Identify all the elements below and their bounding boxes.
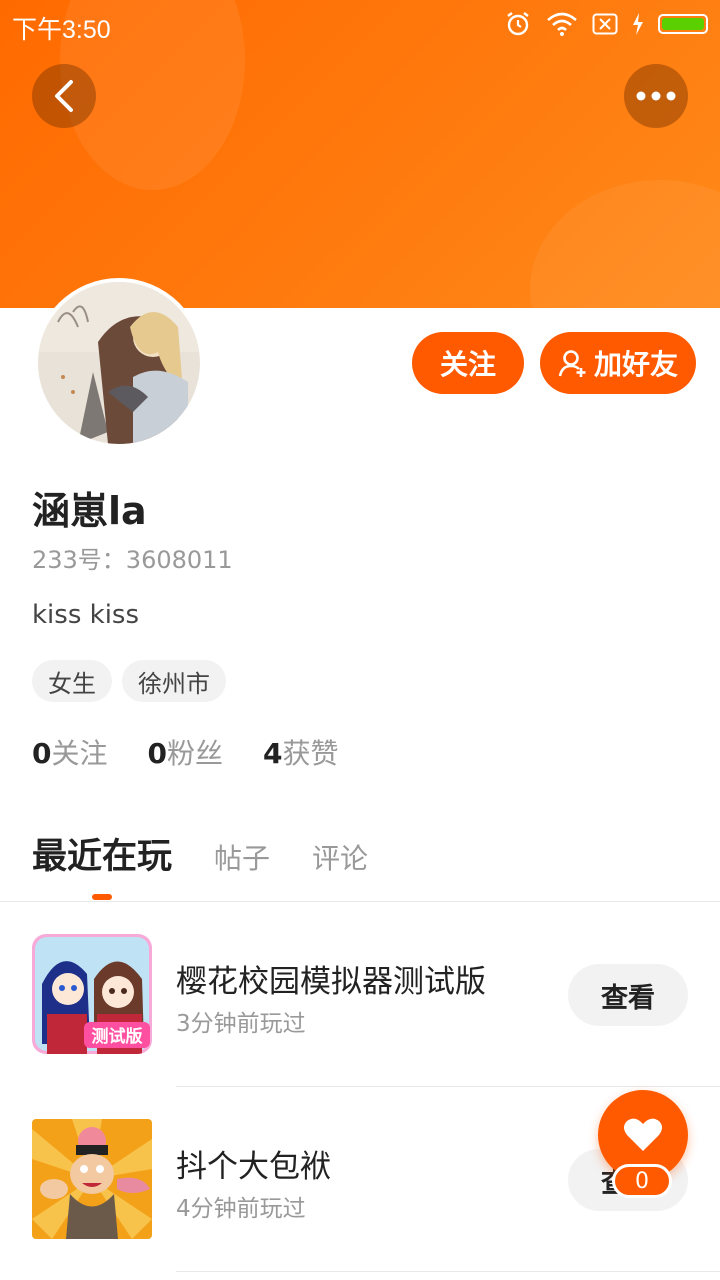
- no-sim-icon: [592, 13, 618, 35]
- stat-following-label: 关注: [51, 737, 108, 770]
- view-game-button-label: 查看: [601, 982, 655, 1014]
- tab-recently-played[interactable]: 最近在玩: [32, 828, 172, 879]
- charging-icon: [633, 13, 643, 35]
- game-badge-text: 测试版: [92, 1026, 143, 1047]
- profile-id: 233号：3608011: [32, 546, 233, 574]
- profile-name: 涵崽la: [32, 489, 147, 533]
- tag-city: 徐州市: [122, 660, 226, 702]
- more-dots-icon: [636, 91, 676, 101]
- battery-icon: [658, 14, 708, 34]
- alarm-icon: [507, 12, 529, 36]
- profile-bio: kiss kiss: [32, 600, 140, 630]
- back-button[interactable]: [32, 64, 96, 128]
- add-user-icon: [558, 350, 586, 377]
- stat-following-count: 0: [32, 737, 52, 770]
- profile-header-banner: 下午3:50: [0, 0, 720, 308]
- banner-decoration: [530, 180, 720, 308]
- avatar-image: [38, 282, 200, 444]
- game-icon-baofu: [32, 1119, 152, 1239]
- follow-button[interactable]: 关注: [412, 332, 524, 394]
- status-bar: 下午3:50: [0, 0, 720, 50]
- follow-button-label: 关注: [439, 348, 496, 381]
- wifi-icon: [547, 12, 577, 36]
- game-name: 抖个大包袱: [176, 1149, 331, 1185]
- stat-likes-label: 获赞: [282, 737, 339, 770]
- more-options-button[interactable]: [624, 64, 688, 128]
- profile-tabs: 最近在玩 帖子 评论: [32, 828, 410, 879]
- game-name: 樱花校园模拟器测试版: [176, 964, 486, 1000]
- add-friend-button[interactable]: 加好友: [540, 332, 696, 394]
- tab-comments[interactable]: 评论: [312, 837, 368, 877]
- profile-stats: 0关注 0粉丝 4获赞: [32, 732, 339, 772]
- stat-likes[interactable]: 4获赞: [263, 732, 339, 772]
- profile-tags: 女生 徐州市: [32, 660, 226, 702]
- view-game-button[interactable]: 查看: [568, 964, 688, 1026]
- stat-fans[interactable]: 0粉丝: [148, 732, 224, 772]
- tab-posts[interactable]: 帖子: [214, 837, 270, 877]
- stat-following[interactable]: 0关注: [32, 732, 108, 772]
- game-icon-sakura: 测试版: [32, 934, 152, 1054]
- status-time: 下午3:50: [12, 16, 111, 44]
- heart-icon: [624, 1118, 662, 1151]
- tag-gender: 女生: [32, 660, 112, 702]
- game-played-time: 3分钟前玩过: [176, 1011, 306, 1037]
- stat-fans-label: 粉丝: [166, 737, 223, 770]
- row-divider: [176, 1271, 720, 1272]
- status-icons: [504, 10, 708, 38]
- list-item[interactable]: 测试版 樱花校园模拟器测试版 3分钟前玩过 查看: [0, 902, 720, 1087]
- chevron-left-icon: [55, 80, 73, 112]
- like-count-badge: 0: [612, 1164, 672, 1198]
- stat-fans-count: 0: [147, 737, 167, 770]
- like-count: 0: [635, 1168, 649, 1194]
- avatar[interactable]: [34, 278, 204, 448]
- game-played-time: 4分钟前玩过: [176, 1196, 306, 1222]
- add-friend-button-label: 加好友: [593, 348, 678, 381]
- stat-likes-count: 4: [263, 737, 283, 770]
- active-tab-indicator: [92, 894, 112, 900]
